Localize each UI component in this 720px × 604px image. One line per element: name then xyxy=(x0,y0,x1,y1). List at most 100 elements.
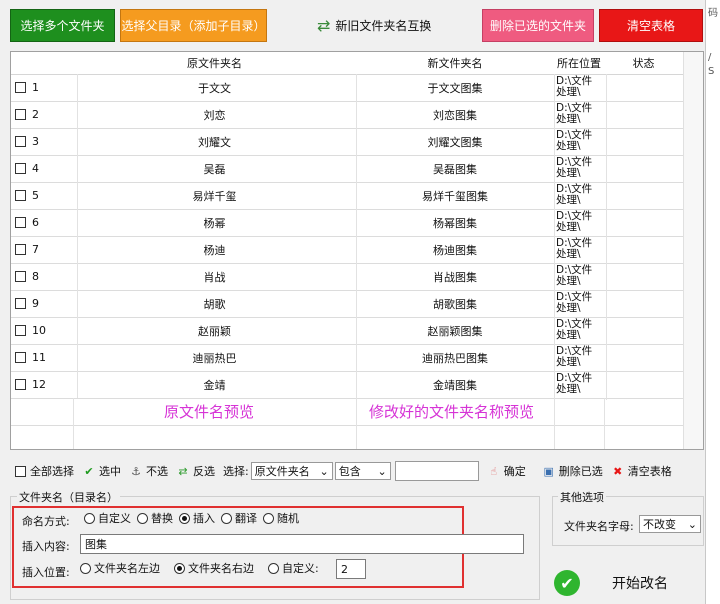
invert-selection-button[interactable]: ⇄ 反选 xyxy=(176,463,215,479)
empty-cell xyxy=(554,425,605,449)
table-row[interactable]: 7 杨迪 杨迪图集 D:\文件 处理\ xyxy=(11,236,684,265)
row-checkbox[interactable] xyxy=(15,136,26,147)
header-original-name[interactable]: 原文件夹名 xyxy=(73,52,357,75)
start-rename-button[interactable]: ✔ 开始改名 xyxy=(552,562,704,604)
row-checkbox[interactable] xyxy=(15,163,26,174)
radio-button[interactable] xyxy=(179,512,190,524)
row-checkbox[interactable] xyxy=(15,379,26,390)
original-name-cell: 金靖 xyxy=(73,371,357,398)
radio-label: 插入 xyxy=(193,512,215,525)
table-row[interactable]: 9 胡歌 胡歌图集 D:\文件 处理\ xyxy=(11,290,684,319)
header-location[interactable]: 所在位置 xyxy=(554,52,605,75)
radio-option[interactable]: 自定义: xyxy=(268,560,319,576)
table-row[interactable]: 1 于文文 于文文图集 D:\文件 处理\ xyxy=(11,74,684,103)
radio-option[interactable]: 插入 xyxy=(179,510,215,526)
deselect-label: 不选 xyxy=(146,465,168,478)
table-vertical-scrollbar[interactable] xyxy=(683,52,703,449)
radio-option[interactable]: 文件夹名右边 xyxy=(174,560,254,576)
radio-button[interactable] xyxy=(268,562,279,574)
original-name-cell: 赵丽颖 xyxy=(73,317,357,344)
row-check-cell[interactable]: 1 xyxy=(11,74,78,101)
row-check-cell[interactable]: 6 xyxy=(11,209,78,236)
radio-button[interactable] xyxy=(84,512,95,524)
row-checkbox[interactable] xyxy=(15,271,26,282)
swap-names-button[interactable]: ⇄ 新旧文件夹名互换 xyxy=(317,11,437,39)
radio-button[interactable] xyxy=(174,562,185,574)
clear-table-small-button[interactable]: ✖ 清空表格 xyxy=(611,463,672,479)
delete-selected-folders-button[interactable]: 删除已选的文件夹 xyxy=(482,9,594,42)
filter-search-input[interactable] xyxy=(394,461,479,481)
row-checkbox[interactable] xyxy=(15,352,26,363)
row-checkbox[interactable] xyxy=(15,82,26,93)
row-check-cell[interactable]: 9 xyxy=(11,290,78,317)
select-multiple-folders-button[interactable]: 选择多个文件夹 xyxy=(10,9,115,42)
radio-option[interactable]: 文件夹名左边 xyxy=(80,560,160,576)
field-select[interactable]: 原文件夹名 ⌄ xyxy=(250,462,333,480)
table-row[interactable]: 2 刘恋 刘恋图集 D:\文件 处理\ xyxy=(11,101,684,130)
row-check-cell[interactable]: 11 xyxy=(11,344,78,371)
row-check-cell[interactable]: 3 xyxy=(11,128,78,155)
select-parent-directory-button[interactable]: 选择父目录（添加子目录） xyxy=(120,9,267,42)
row-check-cell[interactable]: 12 xyxy=(11,371,78,398)
row-check-cell[interactable]: 4 xyxy=(11,155,78,182)
table-row[interactable]: 8 肖战 肖战图集 D:\文件 处理\ xyxy=(11,263,684,292)
row-checkbox[interactable] xyxy=(15,325,26,336)
radio-option[interactable]: 自定义 xyxy=(84,510,131,526)
select-all-checkbox[interactable]: 全部选择 xyxy=(15,463,74,479)
insert-content-input[interactable]: 图集 xyxy=(80,534,524,554)
radio-button[interactable] xyxy=(221,512,232,524)
select-all-box[interactable] xyxy=(15,465,26,477)
new-name-cell: 杨幂图集 xyxy=(356,209,555,236)
confirm-button[interactable]: ☝ 确定 xyxy=(487,463,525,479)
row-check-cell[interactable]: 7 xyxy=(11,236,78,263)
row-checkbox[interactable] xyxy=(15,298,26,309)
radio-label: 文件夹名右边 xyxy=(188,562,254,575)
insert-content-label: 插入内容: xyxy=(22,540,70,553)
header-status[interactable]: 状态 xyxy=(604,52,684,75)
select-button[interactable]: ✔ 选中 xyxy=(82,463,121,479)
status-cell xyxy=(604,263,684,290)
chevron-down-icon: ⌄ xyxy=(377,464,387,478)
row-check-cell[interactable]: 2 xyxy=(11,101,78,128)
deselect-button[interactable]: ⚓ 不选 xyxy=(129,463,168,479)
hand-pointer-icon: ☝ xyxy=(490,464,498,478)
custom-position-input[interactable]: 2 xyxy=(336,559,366,579)
location-cell: D:\文件 处理\ xyxy=(554,263,607,292)
original-name-cell: 刘耀文 xyxy=(73,128,357,155)
table-row[interactable]: 3 刘耀文 刘耀文图集 D:\文件 处理\ xyxy=(11,128,684,157)
radio-option[interactable]: 翻译 xyxy=(221,510,257,526)
naming-mode-radio-group: 自定义 替换 插入 翻译 随机 xyxy=(84,510,305,526)
table-row[interactable]: 10 赵丽颖 赵丽颖图集 D:\文件 处理\ xyxy=(11,317,684,346)
row-checkbox[interactable] xyxy=(15,190,26,201)
delete-window-icon: ▣ xyxy=(543,464,554,478)
row-check-cell[interactable]: 8 xyxy=(11,263,78,290)
empty-table-row xyxy=(11,398,684,426)
new-name-cell: 刘耀文图集 xyxy=(356,128,555,155)
row-checkbox[interactable] xyxy=(15,244,26,255)
location-cell: D:\文件 处理\ xyxy=(554,236,607,265)
letter-case-select[interactable]: 不改变 ⌄ xyxy=(639,515,701,533)
table-row[interactable]: 12 金靖 金靖图集 D:\文件 处理\ xyxy=(11,371,684,400)
radio-label: 翻译 xyxy=(235,512,257,525)
radio-button[interactable] xyxy=(137,512,148,524)
table-row[interactable]: 4 吴磊 吴磊图集 D:\文件 处理\ xyxy=(11,155,684,184)
clear-table-button[interactable]: 清空表格 xyxy=(599,9,703,42)
radio-button[interactable] xyxy=(263,512,274,524)
location-cell: D:\文件 处理\ xyxy=(554,155,607,184)
row-checkbox[interactable] xyxy=(15,217,26,228)
table-row[interactable]: 5 易烊千玺 易烊千玺图集 D:\文件 处理\ xyxy=(11,182,684,211)
delete-selected-button[interactable]: ▣ 删除已选 xyxy=(542,463,603,479)
location-line-2: 处理\ xyxy=(556,221,581,233)
row-check-cell[interactable]: 5 xyxy=(11,182,78,209)
table-row[interactable]: 6 杨幂 杨幂图集 D:\文件 处理\ xyxy=(11,209,684,238)
radio-option[interactable]: 替换 xyxy=(137,510,173,526)
radio-option[interactable]: 随机 xyxy=(263,510,299,526)
header-new-name[interactable]: 新文件夹名 xyxy=(356,52,555,75)
table-row[interactable]: 11 迪丽热巴 迪丽热巴图集 D:\文件 处理\ xyxy=(11,344,684,373)
row-check-cell[interactable]: 10 xyxy=(11,317,78,344)
radio-button[interactable] xyxy=(80,562,91,574)
row-checkbox[interactable] xyxy=(15,109,26,120)
match-select[interactable]: 包含 ⌄ xyxy=(334,462,391,480)
row-number: 9 xyxy=(32,297,39,310)
folder-table: 原文件夹名 新文件夹名 所在位置 状态 1 于文文 于文文图集 D:\文件 处理\ 2 刘恋… xyxy=(10,51,704,450)
